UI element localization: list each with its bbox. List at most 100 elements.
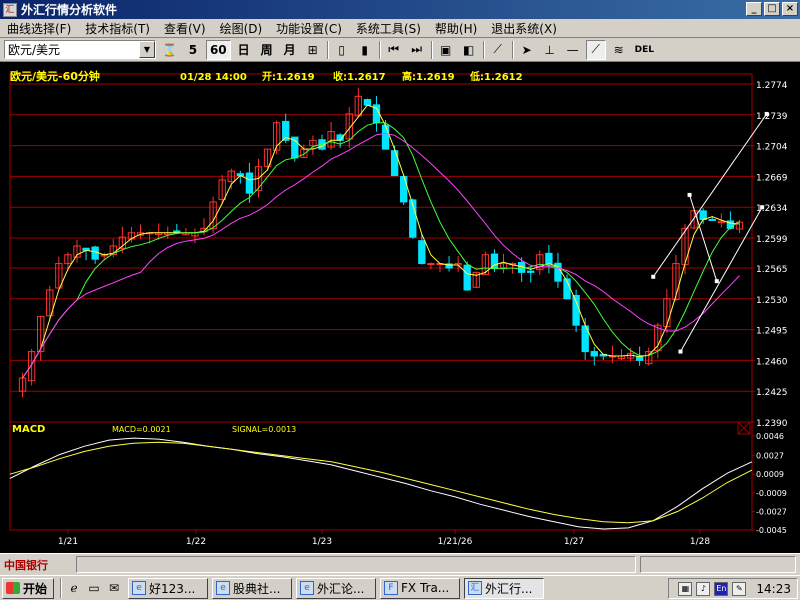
channel-icon[interactable]: ≋ xyxy=(609,40,629,60)
close-button[interactable]: × xyxy=(782,2,798,16)
task-button-5[interactable]: 汇外汇行... xyxy=(464,577,544,599)
start-label: 开始 xyxy=(23,581,48,596)
task-label-4: FX Tra... xyxy=(401,581,450,595)
symbol-select[interactable]: 欧元/美元 ▼ xyxy=(4,40,156,59)
macd-tick-label: 0.0009 xyxy=(756,470,784,479)
time-tick-label: 1/21/26 xyxy=(438,537,473,547)
menu-help[interactable]: 帮助(H) xyxy=(428,20,484,37)
trendline-icon[interactable]: ⟋ xyxy=(585,39,606,60)
chart-background xyxy=(0,62,800,553)
ie-quicklaunch-icon[interactable]: ℯ xyxy=(64,578,84,598)
grid-icon[interactable]: ⊞ xyxy=(303,40,323,60)
candle-body xyxy=(635,356,644,361)
task-button-4[interactable]: F FX Tra... xyxy=(380,577,460,599)
time-tick-label: 1/23 xyxy=(312,537,332,547)
chart-high: 高:1.2619 xyxy=(402,70,455,83)
chart-datetime: 01/28 14:00 xyxy=(180,72,247,83)
ie-icon: e xyxy=(216,581,230,595)
task-button-2[interactable]: e 股典社... xyxy=(212,577,292,599)
price-tick-label: 1.2390 xyxy=(756,419,788,429)
language-icon[interactable]: En xyxy=(714,581,729,596)
line-chart-icon[interactable]: ⟋ xyxy=(488,40,508,60)
network-icon[interactable]: ▦ xyxy=(678,581,693,596)
period-5-button[interactable]: 5 xyxy=(183,40,203,60)
menu-exit[interactable]: 退出系统(X) xyxy=(484,20,564,37)
time-tick-label: 1/21 xyxy=(58,537,78,547)
task-button-3[interactable]: e 外汇论... xyxy=(296,577,376,599)
task-button-1[interactable]: e 好123... xyxy=(128,577,208,599)
status-field-main xyxy=(76,556,636,573)
chart-close: 收:1.2617 xyxy=(333,70,386,83)
candle-body xyxy=(572,294,580,326)
candle-body xyxy=(400,176,408,203)
task-label-1: 好123... xyxy=(149,581,196,596)
taskbar: 开始 ℯ ▭ ✉ e 好123... e 股典社... e 外汇论... F FX Tr… xyxy=(0,575,800,600)
chart-symbol: 欧元/美元-60分钟 xyxy=(10,69,100,83)
outlook-quicklaunch-icon[interactable]: ✉ xyxy=(104,578,124,598)
macd-tick-label: -0.0009 xyxy=(756,489,787,498)
bar-icon[interactable]: ▮ xyxy=(355,40,375,60)
ie-icon: e xyxy=(300,581,314,595)
period-month-button[interactable]: 月 xyxy=(280,40,300,60)
cursor-icon[interactable]: ➤ xyxy=(517,40,537,60)
minimize-button[interactable]: _ xyxy=(746,2,762,16)
speaker-icon[interactable]: ♪ xyxy=(696,581,711,596)
toolbar-separator xyxy=(430,40,433,59)
time-tick-label: 1/28 xyxy=(690,537,710,547)
period-day-button[interactable]: 日 xyxy=(234,40,254,60)
taskbar-separator xyxy=(60,578,62,598)
price-tick-label: 1.2460 xyxy=(756,357,788,367)
task-label-3: 外汇论... xyxy=(317,581,365,596)
price-chart[interactable]: 1.27741.27391.27041.26691.26341.25991.25… xyxy=(0,62,800,553)
toolbar-separator xyxy=(482,40,485,59)
toolbar-separator xyxy=(378,40,381,59)
price-tick-label: 1.2565 xyxy=(756,265,788,275)
price-tick-label: 1.2704 xyxy=(756,143,788,153)
period-week-button[interactable]: 周 xyxy=(257,40,277,60)
toolbar-separator xyxy=(511,40,514,59)
maximize-button[interactable]: □ xyxy=(764,2,780,16)
menu-indicators[interactable]: 技术指标(T) xyxy=(78,20,157,37)
vline-icon[interactable]: — xyxy=(563,40,583,60)
delete-button[interactable]: DEL xyxy=(632,40,657,60)
trendline-handle xyxy=(651,274,656,279)
task-label-5: 外汇行... xyxy=(485,581,533,596)
desktop-quicklaunch-icon[interactable]: ▭ xyxy=(84,578,104,598)
system-tray: ▦ ♪ En ✎ 14:23 xyxy=(668,578,798,599)
price-tick-label: 1.2599 xyxy=(756,235,788,245)
hline-icon[interactable]: ⊥ xyxy=(540,40,560,60)
candle-icon[interactable]: ▯ xyxy=(332,40,352,60)
layout-icon[interactable]: ◧ xyxy=(459,40,479,60)
window-title: 外汇行情分析软件 xyxy=(21,3,118,17)
menu-bar: 曲线选择(F) 技术指标(T) 查看(V) 绘图(D) 功能设置(C) 系统工具… xyxy=(0,19,800,38)
macd-tick-label: 0.0046 xyxy=(756,432,784,441)
windows-logo-icon xyxy=(6,582,20,594)
menu-draw[interactable]: 绘图(D) xyxy=(213,20,270,37)
toolbar-separator xyxy=(326,40,329,59)
symbol-select-value: 欧元/美元 xyxy=(8,43,61,57)
window-icon[interactable]: ▣ xyxy=(436,40,456,60)
candle-body xyxy=(91,246,99,260)
start-button[interactable]: 开始 xyxy=(2,577,54,599)
title-bar: 汇 外汇行情分析软件 _ □ × xyxy=(0,0,800,19)
trendline-handle xyxy=(764,111,769,116)
last-icon[interactable]: ⏭ xyxy=(407,40,427,60)
price-tick-label: 1.2495 xyxy=(756,327,788,337)
period-60-button[interactable]: 60 xyxy=(205,39,231,60)
menu-settings[interactable]: 功能设置(C) xyxy=(269,20,349,37)
app-icon: 汇 xyxy=(3,2,17,17)
menu-tools[interactable]: 系统工具(S) xyxy=(349,20,428,37)
first-icon[interactable]: ⏮ xyxy=(384,40,404,60)
menu-curve[interactable]: 曲线选择(F) xyxy=(0,20,78,37)
menu-view[interactable]: 查看(V) xyxy=(157,20,213,37)
hourglass-icon[interactable]: ⌛ xyxy=(159,40,180,60)
trendline-handle xyxy=(760,205,765,210)
chart-open: 开:1.2619 xyxy=(262,71,315,83)
ie-icon: e xyxy=(132,581,146,595)
price-tick-label: 1.2669 xyxy=(756,173,788,183)
clock: 14:23 xyxy=(756,581,791,596)
chevron-down-icon[interactable]: ▼ xyxy=(139,41,155,58)
price-tick-label: 1.2739 xyxy=(756,112,788,122)
chart-low: 低:1.2612 xyxy=(469,70,523,83)
ime-icon[interactable]: ✎ xyxy=(732,581,747,596)
